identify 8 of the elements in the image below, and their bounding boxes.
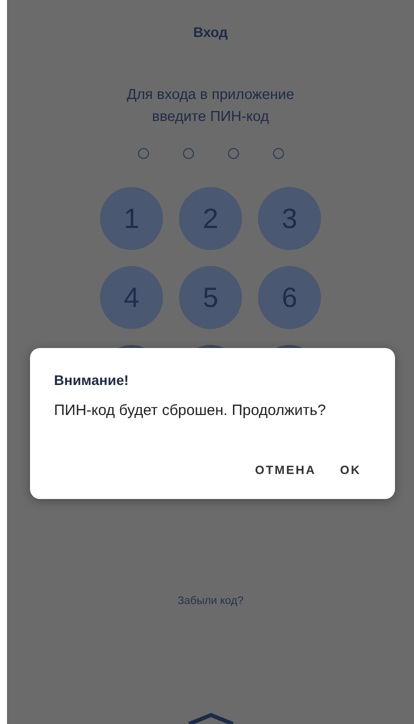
pin-prompt: Для входа в приложение введите ПИН-код (126, 86, 296, 127)
dialog-message: ПИН-код будет сброшен. Продолжить? (54, 402, 327, 419)
forgot-code-link[interactable]: Забыли код? (178, 595, 244, 607)
chevron-up-icon[interactable] (186, 710, 236, 724)
cancel-button[interactable]: ОТМЕНА (245, 455, 326, 485)
dialog-title: Внимание! (54, 372, 130, 388)
ok-button[interactable]: OK (330, 455, 371, 485)
screen-title: Вход (193, 24, 228, 40)
